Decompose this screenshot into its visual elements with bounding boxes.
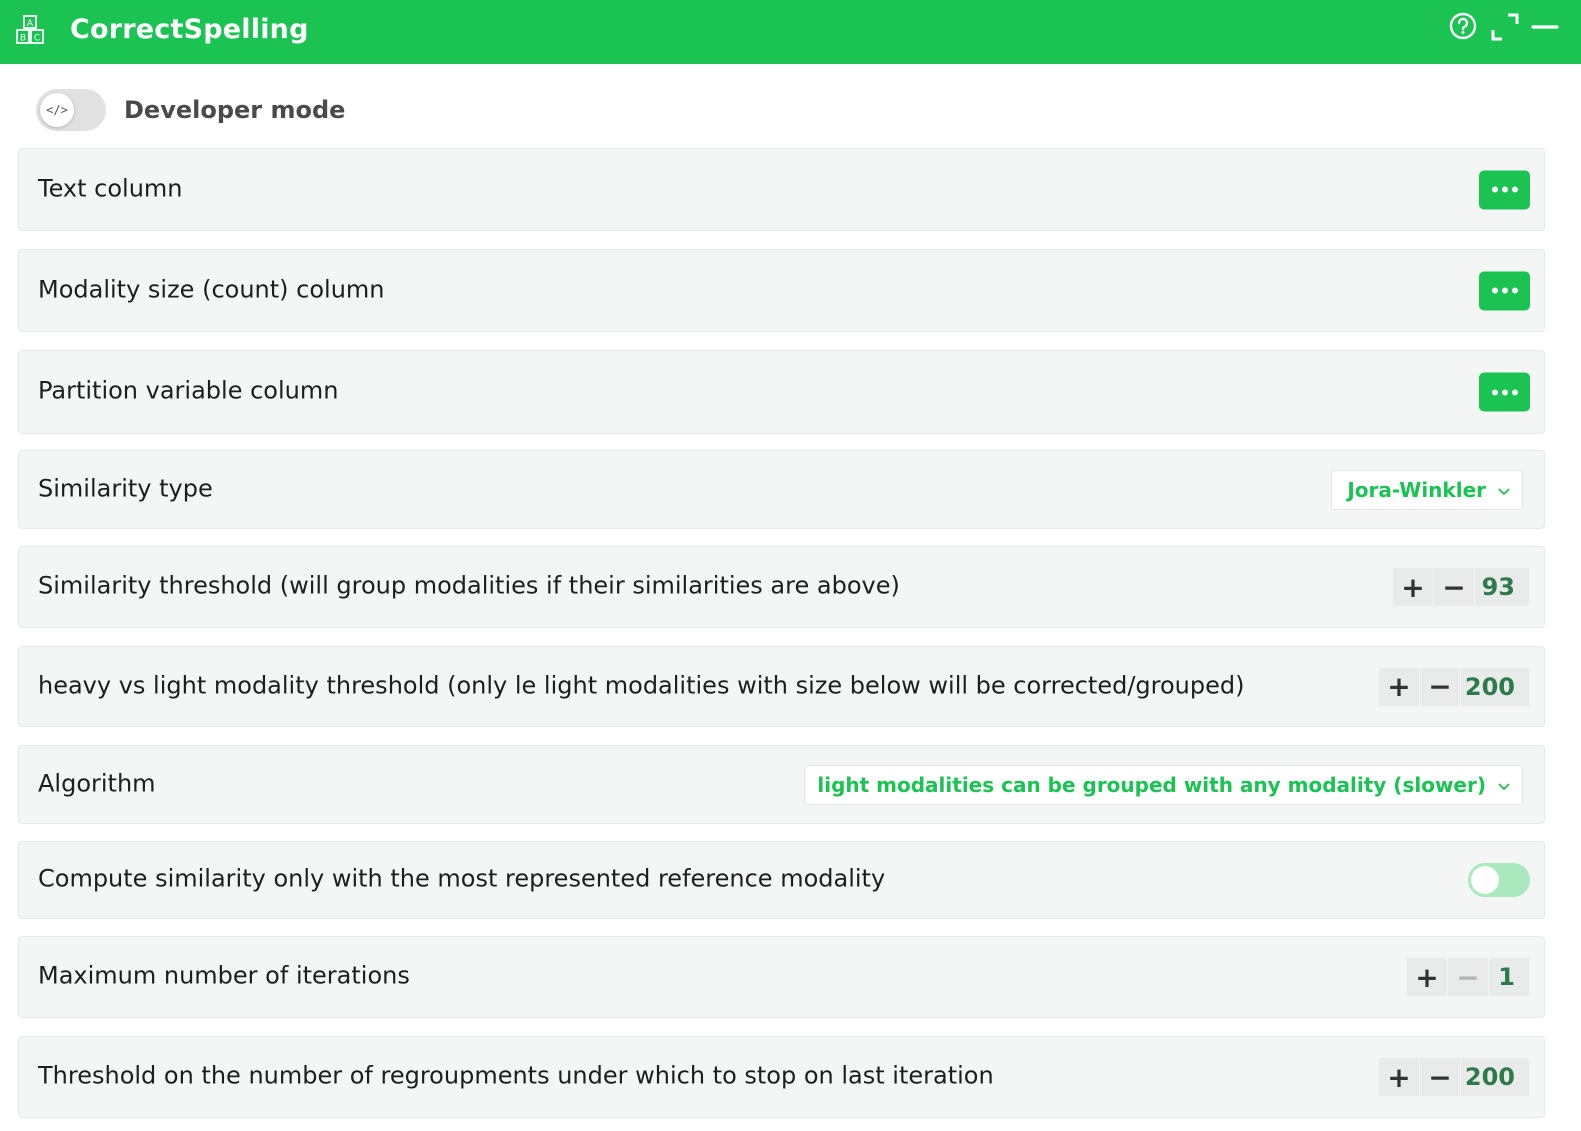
- most-represented-toggle[interactable]: [1468, 863, 1530, 897]
- field-heavy-light-threshold: heavy vs light modality threshold (only …: [18, 646, 1545, 727]
- heavy-light-threshold-input[interactable]: 200: [1461, 667, 1529, 706]
- abc-blocks-icon: A B C: [16, 15, 44, 44]
- field-label: Modality size (count) column: [38, 275, 385, 304]
- similarity-threshold-input[interactable]: 93: [1475, 568, 1529, 606]
- max-iterations-stepper: + − 1: [1407, 958, 1529, 996]
- decrement-button[interactable]: −: [1420, 1058, 1460, 1096]
- svg-text:B: B: [20, 34, 26, 44]
- field-label: Similarity threshold (will group modalit…: [38, 571, 900, 600]
- field-similarity-type: Similarity type Jora-Winkler: [18, 450, 1545, 529]
- field-partition-column: Partition variable column: [18, 350, 1545, 434]
- field-text-column: Text column: [18, 148, 1545, 231]
- more-icon: [1491, 186, 1498, 193]
- field-label: Partition variable column: [38, 376, 339, 405]
- more-icon: [1491, 389, 1498, 395]
- similarity-threshold-stepper: + − 93: [1393, 568, 1529, 606]
- expand-icon[interactable]: [1490, 12, 1520, 42]
- increment-button[interactable]: +: [1379, 1058, 1419, 1096]
- modality-size-more-button[interactable]: [1479, 271, 1530, 310]
- svg-text:C: C: [34, 34, 40, 44]
- developer-mode-label: Developer mode: [124, 96, 346, 124]
- field-most-represented-only: Compute similarity only with the most re…: [18, 841, 1545, 919]
- developer-mode-toggle[interactable]: </>: [36, 89, 106, 131]
- field-algorithm: Algorithm light modalities can be groupe…: [18, 745, 1545, 824]
- more-icon: [1491, 287, 1498, 294]
- similarity-type-select[interactable]: Jora-Winkler: [1331, 469, 1523, 510]
- increment-button[interactable]: +: [1379, 667, 1419, 706]
- minimize-icon[interactable]: [1530, 12, 1560, 42]
- heavy-light-threshold-stepper: + − 200: [1379, 667, 1529, 706]
- field-label: Text column: [38, 174, 183, 203]
- decrement-button[interactable]: −: [1434, 568, 1474, 606]
- chevron-down-icon: [1498, 782, 1510, 790]
- app-title: CorrectSpelling: [70, 14, 309, 45]
- increment-button[interactable]: +: [1393, 568, 1433, 606]
- field-label: Similarity type: [38, 474, 213, 503]
- partition-column-more-button[interactable]: [1479, 372, 1530, 412]
- max-iterations-input[interactable]: 1: [1489, 958, 1529, 996]
- toggle-knob: [1471, 866, 1499, 894]
- field-similarity-threshold: Similarity threshold (will group modalit…: [18, 546, 1545, 628]
- chevron-down-icon: [1498, 487, 1510, 495]
- field-label: heavy vs light modality threshold (only …: [38, 671, 1245, 700]
- help-icon[interactable]: [1448, 11, 1478, 41]
- select-value: Jora-Winkler: [1347, 477, 1486, 502]
- field-modality-size-column: Modality size (count) column: [18, 249, 1545, 332]
- regroupment-threshold-input[interactable]: 200: [1461, 1058, 1529, 1096]
- algorithm-select[interactable]: light modalities can be grouped with any…: [804, 764, 1523, 805]
- decrement-button[interactable]: −: [1420, 667, 1460, 706]
- regroupment-threshold-stepper: + − 200: [1379, 1058, 1529, 1096]
- select-value: light modalities can be grouped with any…: [817, 772, 1486, 797]
- field-label: Algorithm: [38, 769, 156, 798]
- field-label: Compute similarity only with the most re…: [38, 864, 886, 893]
- field-label: Threshold on the number of regroupments …: [38, 1061, 994, 1090]
- field-label: Maximum number of iterations: [38, 961, 410, 990]
- app-header: A B C CorrectSpelling: [0, 0, 1581, 64]
- field-regroupment-threshold: Threshold on the number of regroupments …: [18, 1036, 1545, 1118]
- decrement-button[interactable]: −: [1448, 958, 1488, 996]
- text-column-more-button[interactable]: [1479, 170, 1530, 209]
- field-max-iterations: Maximum number of iterations + − 1: [18, 936, 1545, 1018]
- developer-mode: </> Developer mode: [36, 88, 345, 132]
- increment-button[interactable]: +: [1407, 958, 1447, 996]
- code-icon: </>: [40, 93, 74, 127]
- svg-text:A: A: [27, 19, 34, 29]
